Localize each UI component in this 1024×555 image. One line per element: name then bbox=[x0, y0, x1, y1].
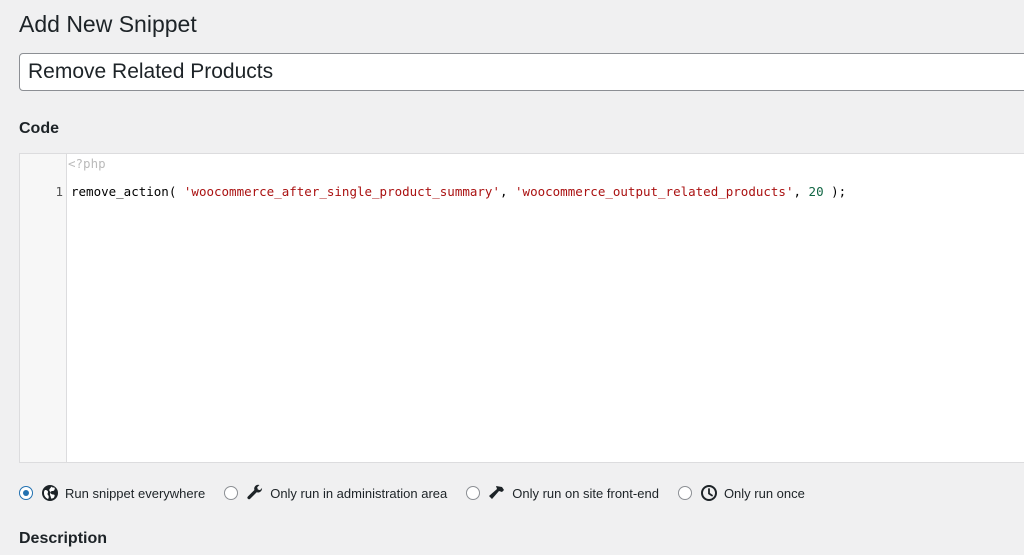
scope-radio-everywhere[interactable] bbox=[19, 486, 33, 500]
code-editor[interactable]: <?php 1 remove_action( 'woocommerce_afte… bbox=[19, 153, 1024, 463]
scope-label-frontend: Only run on site front-end bbox=[512, 485, 659, 501]
line-number: 1 bbox=[55, 184, 63, 199]
code-separator: , bbox=[793, 184, 809, 199]
code-function-call: remove_action( bbox=[71, 184, 184, 199]
php-open-tag: <?php bbox=[68, 156, 106, 171]
scope-radio-once[interactable] bbox=[677, 486, 692, 500]
code-end: ); bbox=[823, 184, 847, 199]
scope-radio-frontend[interactable] bbox=[466, 486, 481, 500]
scope-option-everywhere[interactable]: Run snippet everywhere bbox=[19, 484, 205, 502]
snippet-title-input[interactable] bbox=[19, 53, 1024, 91]
scope-label-everywhere: Run snippet everywhere bbox=[65, 485, 206, 501]
code-string-callback: 'woocommerce_output_related_products' bbox=[515, 184, 794, 199]
wrench-icon bbox=[246, 484, 264, 502]
scope-label-once: Only run once bbox=[723, 485, 805, 501]
scope-option-once[interactable]: Only run once bbox=[677, 484, 805, 502]
code-string-hook: 'woocommerce_after_single_product_summar… bbox=[183, 184, 500, 199]
description-section-label: Description bbox=[19, 530, 108, 547]
code-number-priority: 20 bbox=[808, 184, 824, 199]
code-section-label: Code bbox=[19, 120, 59, 137]
scope-option-frontend[interactable]: Only run on site front-end bbox=[466, 484, 659, 502]
code-separator: , bbox=[499, 184, 516, 199]
scope-options: Run snippet everywhere Only run in admin… bbox=[19, 483, 824, 503]
code-line[interactable]: remove_action( 'woocommerce_after_single… bbox=[71, 183, 846, 201]
page-title: Add New Snippet bbox=[19, 11, 197, 37]
hammer-icon bbox=[488, 484, 506, 502]
scope-radio-admin[interactable] bbox=[224, 486, 239, 500]
clock-icon bbox=[700, 484, 718, 502]
globe-icon bbox=[41, 484, 59, 502]
scope-label-admin: Only run in administration area bbox=[270, 485, 448, 501]
scope-option-admin[interactable]: Only run in administration area bbox=[224, 484, 447, 502]
